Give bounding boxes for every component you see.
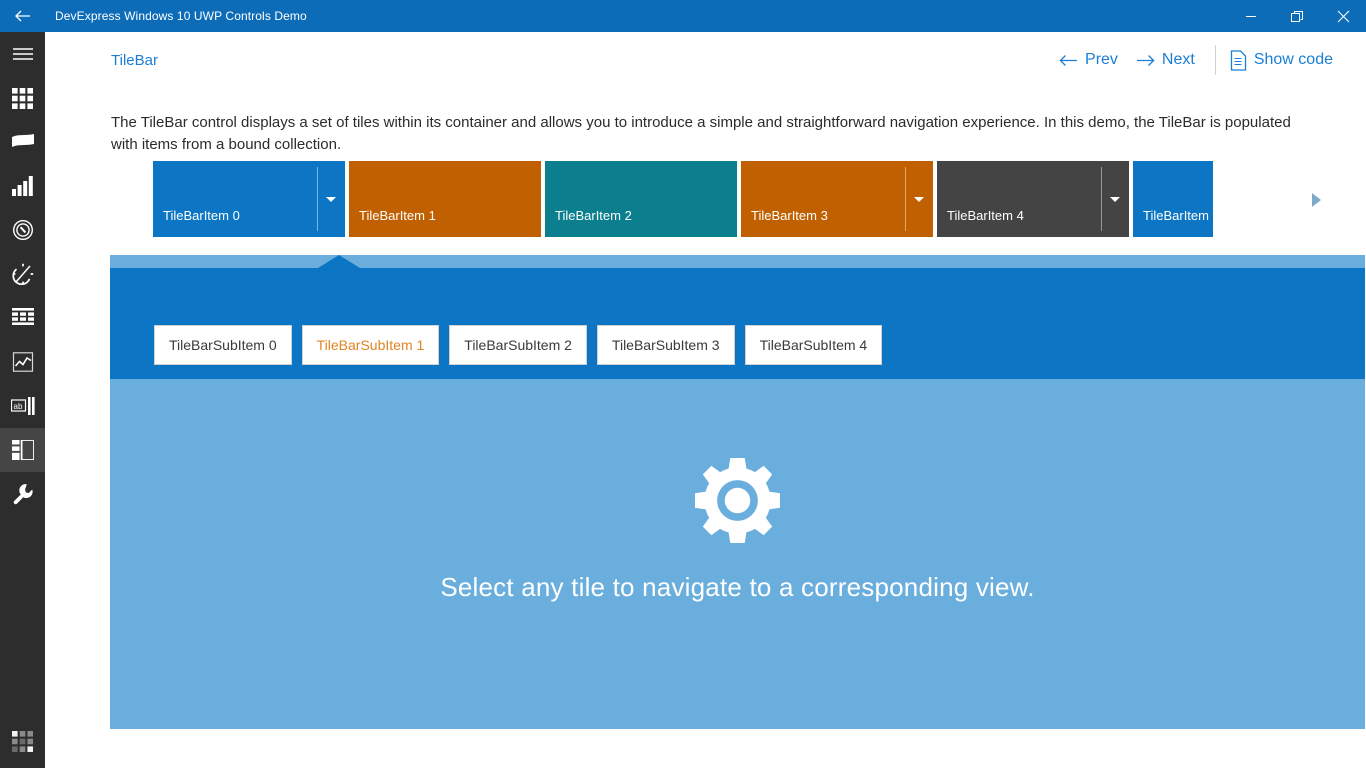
sidebar-item-utilities[interactable] [0,472,45,516]
back-arrow-icon [15,9,31,23]
chevron-down-icon [914,196,924,202]
show-code-label: Show code [1253,51,1333,68]
tilebar-subpanel: TileBarSubItem 0 TileBarSubItem 1 TileBarS… [110,255,1365,729]
sparkline-icon [12,352,34,372]
sidebar-item-sparkline[interactable] [0,340,45,384]
tilebar-item-label: TileBarItem 1 [359,208,436,223]
prev-label: Prev [1085,51,1118,68]
sidebar: ab [0,32,45,768]
tilebar-subitem[interactable]: TileBarSubItem 1 [301,325,440,365]
subbar-pointer-caret [318,255,360,268]
ribbon-icon [11,134,35,150]
arrow-left-icon [1059,54,1078,67]
compass-icon [11,263,34,285]
sidebar-item-all-controls[interactable] [0,76,45,120]
arrow-right-icon [1136,54,1155,67]
tilebar-subitem[interactable]: TileBarSubItem 3 [596,325,735,365]
page-title: TileBar [111,51,158,69]
chevron-right-icon [1311,193,1321,207]
content-area: Select any tile to navigate to a corresp… [110,379,1365,729]
chevron-down-icon [326,196,336,202]
restore-button[interactable] [1274,0,1320,32]
prev-button[interactable]: Prev [1059,51,1118,69]
content-message: Select any tile to navigate to a corresp… [440,572,1035,602]
tilebar-item[interactable]: TileBarItem 2 [545,161,737,237]
tilebar: TileBarItem 0 TileBarItem 1 TileBarItem 2 T… [110,161,1365,243]
tilebar-item[interactable]: TileBarItem 0 [153,161,345,237]
svg-text:ab: ab [13,402,22,411]
editors-icon: ab [10,397,35,415]
tilebar-item-label: TileBarItem 5 [1143,208,1213,223]
subitem-list: TileBarSubItem 0 TileBarSubItem 1 TileBarS… [154,325,883,365]
tilebar-item[interactable]: TileBarItem 1 [349,161,541,237]
layout-panels-icon [11,440,34,460]
data-grid-icon [11,308,34,328]
subbar: TileBarSubItem 0 TileBarSubItem 1 TileBarS… [110,268,1365,379]
sidebar-item-apps[interactable] [0,720,45,768]
sidebar-item-gauges[interactable] [0,208,45,252]
next-label: Next [1161,51,1195,68]
subbar-strip [110,255,1365,268]
tilebar-scroll-right-button[interactable] [1309,192,1323,208]
document-icon [1230,49,1247,71]
sidebar-item-editors[interactable]: ab [0,384,45,428]
header-divider [1214,45,1216,75]
show-code-button[interactable]: Show code [1230,49,1333,71]
description-text: The TileBar control displays a set of ti… [111,114,1291,153]
back-button[interactable] [0,0,46,32]
tilebar-item-dropdown-button[interactable] [317,161,345,237]
app-grid-icon [12,731,33,757]
sidebar-item-ribbon[interactable] [0,120,45,164]
tilebar-subitem[interactable]: TileBarSubItem 0 [154,325,292,365]
next-button[interactable]: Next [1136,51,1195,69]
tilebar-item-dropdown-button[interactable] [1101,161,1129,237]
grid-apps-icon [12,87,33,109]
wrench-icon [12,483,34,505]
sidebar-item-data-grid[interactable] [0,296,45,340]
page-header: TileBar Prev Next Show code [45,40,1366,80]
sidebar-item-layout[interactable] [0,428,45,472]
chevron-down-icon [1110,196,1120,202]
tilebar-subitem[interactable]: TileBarSubItem 2 [449,325,587,365]
window-titlebar: DevExpress Windows 10 UWP Controls Demo [0,0,1366,32]
close-icon [1337,10,1350,23]
gear-icon [695,458,780,543]
tilebar-item[interactable]: TileBarItem 4 [937,161,1129,237]
sidebar-item-menu[interactable] [0,32,45,76]
page-body: TileBar Prev Next Show code The TileBar … [45,32,1366,768]
tilebar-item[interactable]: TileBarItem 3 [741,161,933,237]
restore-icon [1290,10,1304,23]
tilebar-item-label: TileBarItem 2 [555,208,632,223]
gauge-icon [12,219,34,241]
sidebar-item-navigation[interactable] [0,252,45,296]
minimize-button[interactable] [1228,0,1274,32]
bar-chart-icon [12,176,33,196]
window-title: DevExpress Windows 10 UWP Controls Demo [55,9,307,23]
hamburger-menu-icon [12,46,34,62]
minimize-icon [1245,10,1257,22]
sidebar-item-charts[interactable] [0,164,45,208]
tilebar-track: TileBarItem 0 TileBarItem 1 TileBarItem 2 T… [153,161,1213,243]
tilebar-item-dropdown-button[interactable] [905,161,933,237]
tilebar-item[interactable]: TileBarItem 5 [1133,161,1213,237]
close-button[interactable] [1320,0,1366,32]
tilebar-subitem[interactable]: TileBarSubItem 4 [744,325,883,365]
